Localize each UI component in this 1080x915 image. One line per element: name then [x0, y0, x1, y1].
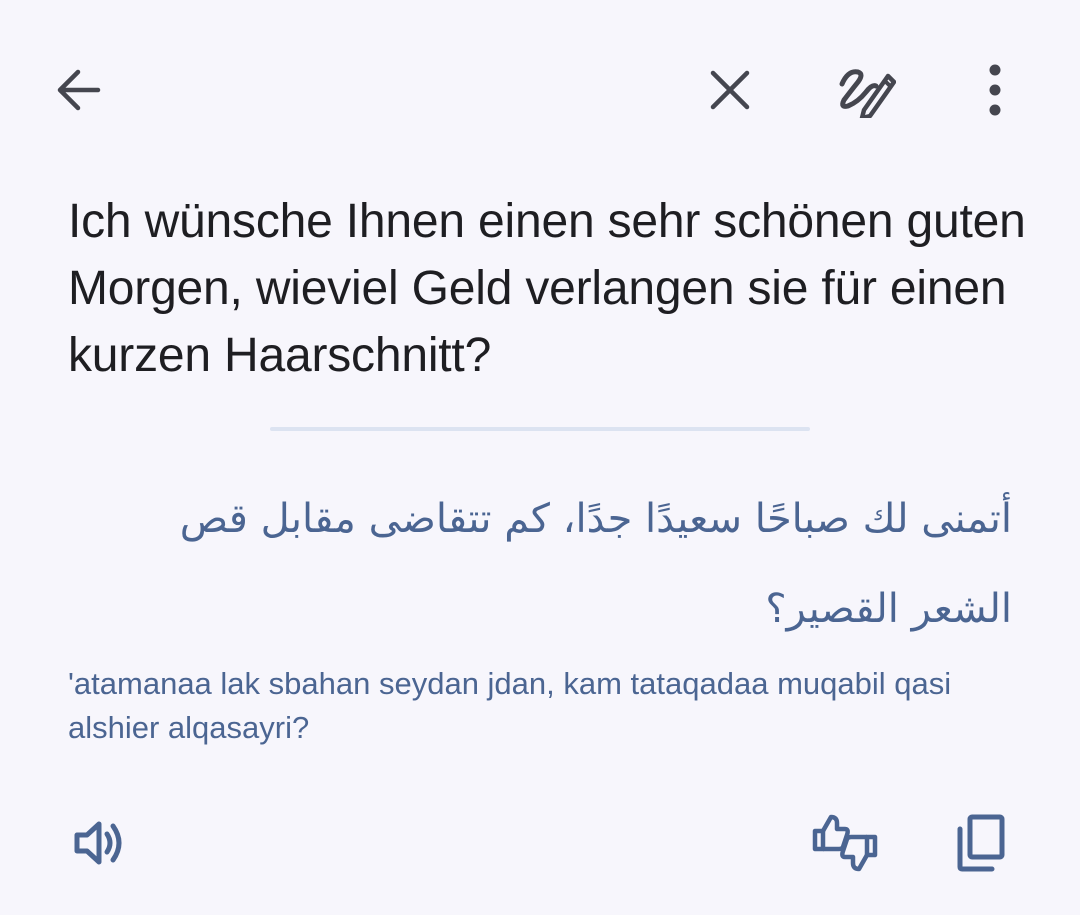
- more-options-button[interactable]: [955, 50, 1035, 130]
- divider: [270, 427, 810, 431]
- handwriting-button[interactable]: [826, 50, 906, 130]
- listen-button[interactable]: [54, 798, 144, 888]
- close-icon: [710, 70, 750, 110]
- handwriting-icon: [839, 69, 896, 118]
- volume-up-icon: [74, 821, 122, 865]
- close-button[interactable]: [690, 50, 770, 130]
- arrow-back-icon: [57, 69, 101, 111]
- back-button[interactable]: [38, 50, 118, 130]
- rate-translation-button[interactable]: [800, 798, 890, 888]
- content-copy-icon: [957, 814, 1005, 872]
- source-text[interactable]: Ich wünsche Ihnen einen sehr schönen gut…: [68, 188, 1028, 389]
- more-vert-icon: [989, 64, 1001, 116]
- thumbs-up-down-icon: [812, 814, 878, 872]
- transliteration-text: 'atamanaa lak sbahan seydan jdan, kam ta…: [68, 666, 952, 745]
- translation-text[interactable]: أتمنى لك صباحًا سعيدًا جدًا، كم تتقاضى م…: [112, 474, 1012, 654]
- copy-button[interactable]: [935, 798, 1025, 888]
